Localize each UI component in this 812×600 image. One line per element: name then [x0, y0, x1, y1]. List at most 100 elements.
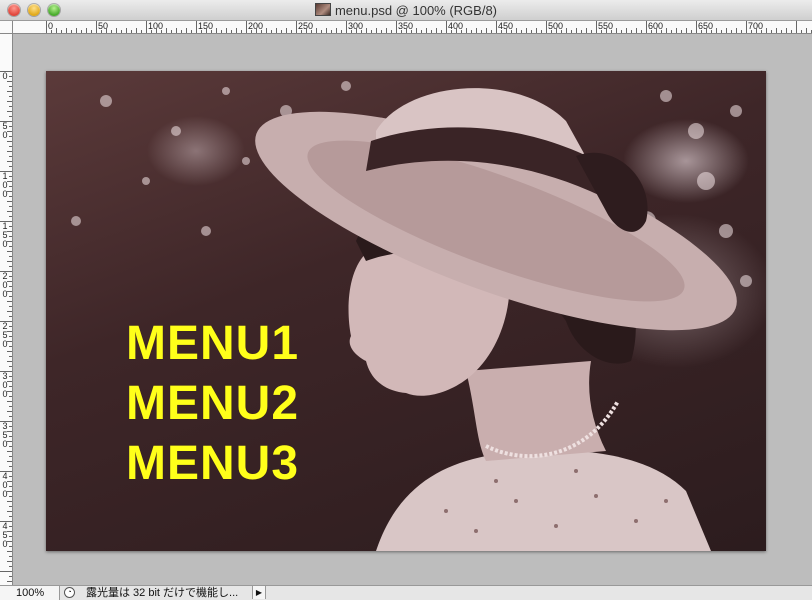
menu-item-1[interactable]: MENU1 — [126, 317, 299, 371]
ruler-tick — [256, 28, 257, 33]
ruler-tick — [751, 30, 752, 33]
ruler-tick — [746, 21, 747, 33]
ruler-tick — [276, 28, 277, 33]
ruler-tick — [9, 276, 12, 277]
sepia-portrait-image[interactable]: MENU1 MENU2 MENU3 — [46, 71, 766, 551]
ruler-tick — [9, 246, 12, 247]
ruler-tick — [7, 511, 12, 512]
ruler-tick — [9, 356, 12, 357]
ruler-tick — [551, 30, 552, 33]
ruler-tick — [286, 28, 287, 33]
ruler-tick — [9, 296, 12, 297]
ruler-tick — [7, 301, 12, 302]
ruler-tick — [131, 30, 132, 33]
horizontal-ruler[interactable]: 0 50 100 150 200 250 300 350 400 450 500… — [13, 21, 812, 34]
ruler-tick — [471, 30, 472, 33]
ruler-tick — [9, 576, 12, 577]
ruler-origin[interactable] — [0, 21, 13, 34]
ruler-tick — [611, 30, 612, 33]
ruler-tick — [9, 216, 12, 217]
ruler-tick — [601, 30, 602, 33]
ruler-tick — [716, 28, 717, 33]
status-menu-arrow-button[interactable]: ▶ — [252, 586, 266, 599]
ruler-tick — [141, 30, 142, 33]
ruler-tick — [401, 30, 402, 33]
ruler-tick — [361, 30, 362, 33]
ruler-label: 150 — [2, 221, 8, 249]
ruler-tick — [9, 496, 12, 497]
ruler-tick — [416, 28, 417, 33]
ruler-tick — [9, 236, 12, 237]
ruler-tick — [521, 30, 522, 33]
status-message: 露光量は 32 bit だけで機能し... — [86, 587, 239, 599]
ruler-tick — [7, 261, 12, 262]
vertical-ruler[interactable]: 0 50 100 150 200 250 300 350 400 450 — [0, 34, 13, 585]
ruler-tick — [96, 21, 97, 33]
window-title-container: menu.psd @ 100% (RGB/8) — [0, 2, 812, 19]
ruler-tick — [266, 28, 267, 33]
ruler-tick — [9, 226, 12, 227]
ruler-tick — [771, 30, 772, 33]
ruler-tick — [761, 30, 762, 33]
ruler-tick — [7, 311, 12, 312]
ruler-tick — [9, 386, 12, 387]
ruler-tick — [151, 30, 152, 33]
ruler-tick — [9, 456, 12, 457]
ruler-tick — [9, 476, 12, 477]
ruler-tick — [7, 141, 12, 142]
ruler-tick — [346, 21, 347, 33]
ruler-tick — [656, 28, 657, 33]
zoom-level-field[interactable]: 100% — [0, 586, 60, 600]
ruler-tick — [511, 30, 512, 33]
ruler-tick — [641, 30, 642, 33]
ruler-tick — [9, 186, 12, 187]
menu-item-3[interactable]: MENU3 — [126, 437, 299, 491]
ruler-tick — [7, 211, 12, 212]
menu-item-2[interactable]: MENU2 — [126, 377, 299, 431]
ruler-tick — [676, 28, 677, 33]
ruler-tick — [591, 30, 592, 33]
ruler-tick — [186, 28, 187, 33]
document-canvas[interactable]: MENU1 MENU2 MENU3 — [13, 34, 812, 585]
ruler-tick — [146, 21, 147, 33]
ruler-tick — [576, 28, 577, 33]
ruler-tick — [7, 481, 12, 482]
ruler-tick — [7, 101, 12, 102]
ruler-tick — [721, 30, 722, 33]
ruler-tick — [461, 30, 462, 33]
ruler-tick — [331, 30, 332, 33]
ruler-tick — [701, 30, 702, 33]
ruler-tick — [9, 146, 12, 147]
ruler-tick — [126, 28, 127, 33]
ruler-tick — [176, 28, 177, 33]
ruler-tick — [696, 21, 697, 33]
ruler-tick — [236, 28, 237, 33]
ruler-tick — [46, 21, 47, 33]
ruler-tick — [7, 151, 12, 152]
ruler-tick — [201, 30, 202, 33]
ruler-tick — [206, 28, 207, 33]
ruler-tick — [9, 316, 12, 317]
ruler-tick — [0, 371, 12, 372]
ruler-tick — [0, 321, 12, 322]
ruler-tick — [526, 28, 527, 33]
clock-icon[interactable]: ◔ — [64, 587, 75, 598]
ruler-tick — [171, 30, 172, 33]
ruler-tick — [9, 436, 12, 437]
ruler-tick — [7, 441, 12, 442]
ruler-tick — [9, 396, 12, 397]
ruler-tick — [216, 28, 217, 33]
ruler-tick — [581, 30, 582, 33]
ruler-tick — [211, 30, 212, 33]
ruler-tick — [196, 21, 197, 33]
ruler-tick — [9, 116, 12, 117]
ruler-tick — [136, 28, 137, 33]
ruler-tick — [191, 30, 192, 33]
ruler-tick — [466, 28, 467, 33]
ruler-tick — [726, 28, 727, 33]
ruler-tick — [161, 30, 162, 33]
ruler-tick — [316, 28, 317, 33]
ruler-tick — [9, 126, 12, 127]
ruler-tick — [436, 28, 437, 33]
ruler-tick — [451, 30, 452, 33]
